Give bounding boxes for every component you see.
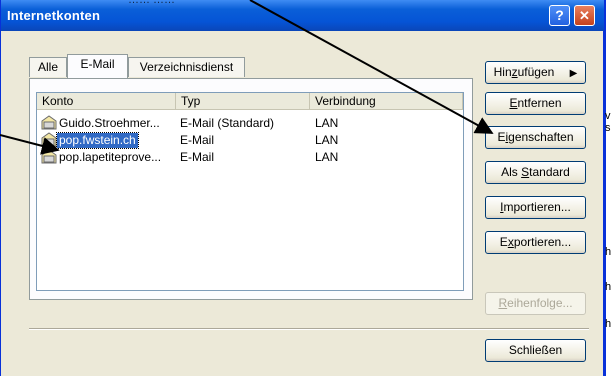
column-header-konto[interactable]: Konto (37, 93, 176, 110)
help-button[interactable]: ? (549, 5, 570, 26)
row-konto: Guido.Stroehmer... (59, 116, 160, 130)
separator (29, 328, 589, 330)
tab-verzeichnisdienst[interactable]: Verzeichnisdienst (128, 57, 245, 77)
hinzufuegen-button[interactable]: Hinzufügen ▶ (485, 61, 586, 84)
accelerator-key: S (521, 165, 530, 179)
internetkonten-dialog: Internetkonten ? ✕ Alle E-Mail Verzeichn… (0, 0, 606, 376)
button-label: Als (501, 165, 522, 179)
entfernen-button[interactable]: Entfernen (485, 92, 586, 115)
row-konto: pop.fwstein.ch (56, 132, 139, 149)
button-label: genschaften (508, 130, 574, 144)
button-label: eihenfolge... (507, 296, 573, 310)
mail-account-icon (41, 149, 57, 164)
button-label: ufügen (517, 65, 555, 79)
button-label: portieren... (513, 235, 572, 249)
importieren-button[interactable]: Importieren... (485, 196, 586, 219)
tab-alle[interactable]: Alle (29, 57, 67, 77)
tab-email[interactable]: E-Mail (67, 54, 128, 78)
mail-account-icon (41, 132, 57, 147)
row-konto: pop.lapetiteprove... (59, 150, 162, 164)
background-text-fragment: …… …… (128, 0, 176, 6)
title-bar[interactable]: Internetkonten ? ✕ (1, 0, 604, 31)
row-verbindung: LAN (315, 116, 339, 130)
window-title: Internetkonten (7, 8, 101, 23)
accelerator-key: R (498, 296, 508, 310)
edge-text-fragment: v (605, 110, 611, 122)
schliessen-button[interactable]: Schließen (485, 339, 586, 362)
row-typ: E-Mail (180, 133, 215, 147)
edge-text-fragment: h (605, 318, 612, 330)
edge-text-fragment: h (605, 281, 612, 293)
edge-text-fragment: s (605, 122, 611, 134)
button-label: mportieren... (503, 200, 571, 214)
column-header-typ[interactable]: Typ (176, 93, 310, 110)
button-label: ntfernen (517, 96, 562, 110)
reihenfolge-button[interactable]: Reihenfolge... (485, 292, 586, 315)
row-verbindung: LAN (315, 150, 339, 164)
button-label: Hin (493, 65, 512, 79)
button-label: E (499, 235, 508, 249)
row-typ: E-Mail (180, 150, 215, 164)
close-button[interactable]: ✕ (574, 5, 595, 26)
button-label: tandard (529, 165, 570, 179)
mail-account-icon (41, 115, 57, 130)
row-typ: E-Mail (Standard) (180, 116, 275, 130)
column-header-verbindung[interactable]: Verbindung (310, 93, 463, 110)
submenu-arrow-icon: ▶ (569, 68, 578, 79)
als-standard-button[interactable]: Als Standard (485, 161, 586, 184)
row-verbindung: LAN (315, 133, 339, 147)
edge-text-fragment: h (605, 246, 612, 258)
accounts-list[interactable]: Konto Typ Verbindung Guido.Stroehmer... … (36, 92, 464, 291)
eigenschaften-button[interactable]: Eigenschaften (485, 126, 586, 149)
exportieren-button[interactable]: Exportieren... (485, 231, 586, 254)
